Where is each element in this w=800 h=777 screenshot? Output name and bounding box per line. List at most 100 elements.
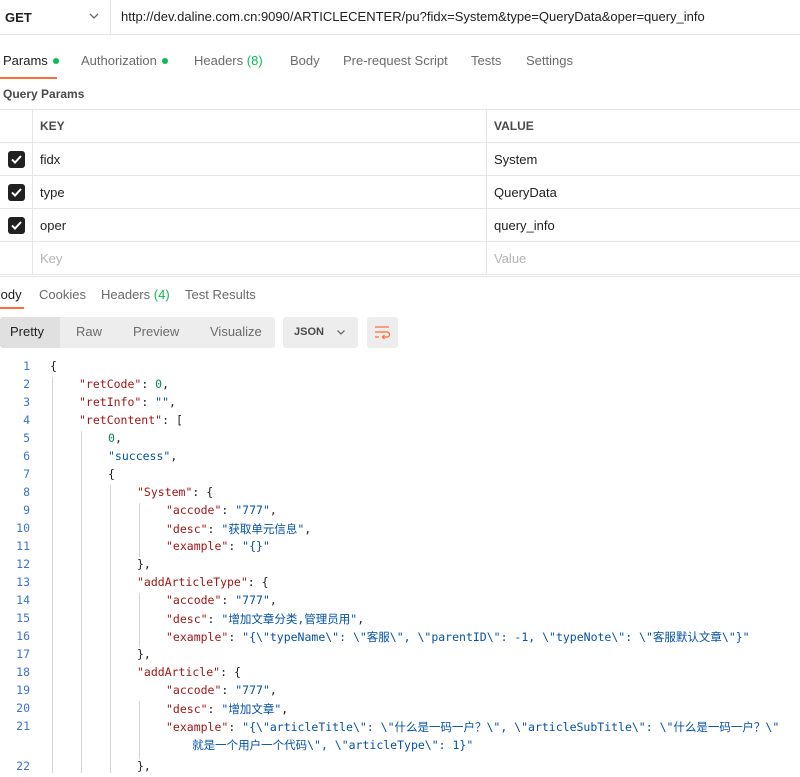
code-text: "example": "{\"articleTitle\": \"什么是一码一户… — [166, 720, 780, 734]
param-key[interactable]: fidx — [40, 152, 60, 167]
response-headers-count: (4) — [153, 287, 170, 302]
code-line: 1{ — [0, 359, 800, 377]
code-text: "System": { — [137, 485, 214, 499]
line-number: 14 — [16, 593, 30, 607]
format-label: JSON — [294, 326, 324, 338]
param-checkbox[interactable] — [8, 151, 25, 168]
column-header-value: VALUE — [494, 119, 534, 133]
code-line: 5 0, — [0, 431, 800, 449]
line-number: 10 — [16, 521, 30, 535]
line-number: 22 — [16, 759, 30, 773]
new-key-input[interactable]: Key — [40, 251, 62, 266]
line-number: 2 — [23, 377, 30, 391]
indent-guide — [52, 377, 53, 773]
tab-authorization[interactable]: Authorization — [81, 53, 168, 68]
line-number: 5 — [23, 431, 30, 445]
checkmark-icon — [11, 221, 22, 230]
line-number: 7 — [23, 467, 30, 481]
view-mode-segment: Pretty Raw Preview Visualize — [0, 317, 275, 348]
code-text: { — [108, 467, 115, 481]
column-header-key: KEY — [40, 119, 65, 133]
line-number: 12 — [16, 557, 30, 571]
request-tabs: Params Authorization Headers (8) Body Pr… — [0, 44, 800, 80]
line-number: 4 — [23, 413, 30, 427]
line-number: 13 — [16, 575, 30, 589]
tab-params-label: Params — [3, 53, 48, 68]
tab-tests[interactable]: Tests — [471, 53, 501, 68]
response-tabs: Body Cookies Headers (4) Test Results — [0, 276, 800, 309]
format-select[interactable]: JSON — [283, 317, 358, 348]
param-value[interactable]: QueryData — [494, 185, 557, 200]
indent-guide — [110, 485, 111, 773]
params-status-dot — [52, 57, 59, 64]
authorization-status-dot — [161, 57, 168, 64]
code-text: 就是一个用户一个代码\", \"articleType\": 1}" — [192, 738, 474, 752]
code-text: 0, — [108, 431, 122, 445]
line-number: 16 — [16, 629, 30, 643]
code-line: 7{ — [0, 467, 800, 485]
code-line: 9 "accode": "777", — [0, 503, 800, 521]
indent-guide — [139, 593, 140, 647]
param-key[interactable]: type — [40, 185, 65, 200]
checkmark-icon — [11, 188, 22, 197]
code-text: "addArticle": { — [137, 665, 241, 679]
view-raw-button[interactable]: Raw — [76, 324, 102, 339]
indent-guide — [81, 431, 82, 773]
line-number: 9 — [23, 503, 30, 517]
line-number: 15 — [16, 611, 30, 625]
headers-count: (8) — [246, 53, 263, 68]
view-preview-button[interactable]: Preview — [133, 324, 179, 339]
tab-body[interactable]: Body — [290, 53, 320, 68]
new-value-input[interactable]: Value — [494, 251, 526, 266]
line-number: 17 — [16, 647, 30, 661]
query-params-table: KEY VALUE fidx System type QueryData ope… — [0, 109, 800, 275]
response-tab-body[interactable]: Body — [0, 287, 22, 302]
param-checkbox[interactable] — [8, 184, 25, 201]
view-pretty-button[interactable]: Pretty — [10, 324, 44, 339]
code-line: 8 "System": { — [0, 485, 800, 503]
response-active-indicator — [0, 307, 24, 309]
code-line: 17}, — [0, 647, 800, 665]
code-line: 11 "example": "{}" — [0, 539, 800, 557]
line-number: 11 — [16, 539, 30, 553]
code-text: "desc": "增加文章分类,管理员用", — [166, 612, 365, 626]
code-line: 19 "accode": "777", — [0, 683, 800, 701]
response-tab-headers-label: Headers — [101, 287, 151, 302]
param-checkbox[interactable] — [8, 217, 25, 234]
indent-guide — [139, 503, 140, 557]
line-number: 3 — [23, 395, 30, 409]
code-text: "retInfo": "", — [79, 395, 176, 409]
header-check-cell — [0, 110, 33, 142]
tab-params[interactable]: Params — [3, 53, 59, 68]
indent-guide — [139, 701, 140, 759]
table-header-row: KEY VALUE — [0, 110, 800, 143]
response-tab-cookies[interactable]: Cookies — [39, 287, 86, 302]
method-select[interactable]: GET — [0, 0, 111, 34]
param-value[interactable]: query_info — [494, 218, 555, 233]
line-number: 8 — [23, 485, 30, 499]
table-row: oper query_info — [0, 209, 800, 242]
tab-headers[interactable]: Headers (8) — [194, 53, 263, 68]
code-text: "accode": "777", — [166, 593, 277, 607]
code-text: { — [50, 359, 57, 373]
code-line: 10 "desc": "获取单元信息", — [0, 521, 800, 539]
tab-settings[interactable]: Settings — [526, 53, 573, 68]
tab-prerequest-script[interactable]: Pre-request Script — [343, 53, 448, 68]
tab-authorization-label: Authorization — [81, 53, 157, 68]
response-tab-test-results[interactable]: Test Results — [185, 287, 256, 302]
response-tab-headers[interactable]: Headers (4) — [101, 287, 170, 302]
code-line: 13 "addArticleType": { — [0, 575, 800, 593]
code-line: 22}, — [0, 759, 800, 777]
code-line: 15 "desc": "增加文章分类,管理员用", — [0, 611, 800, 629]
url-bar: GET http://dev.daline.com.cn:9090/ARTICL… — [0, 0, 800, 35]
line-number: 20 — [16, 701, 30, 715]
wrap-lines-button[interactable] — [367, 317, 398, 348]
line-number: 6 — [23, 449, 30, 463]
table-row-new: Key Value — [0, 242, 800, 275]
param-value[interactable]: System — [494, 152, 537, 167]
view-visualize-button[interactable]: Visualize — [210, 324, 262, 339]
url-input[interactable]: http://dev.daline.com.cn:9090/ARTICLECEN… — [121, 9, 705, 24]
code-text: "success", — [108, 449, 178, 463]
method-label: GET — [5, 10, 32, 25]
param-key[interactable]: oper — [40, 218, 66, 233]
